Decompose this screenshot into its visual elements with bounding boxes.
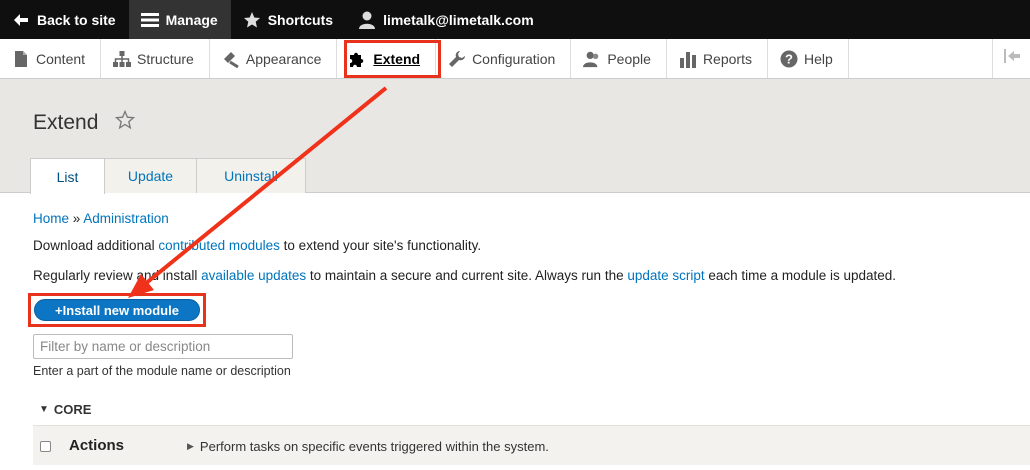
module-description: Perform tasks on specific events trigger… (199, 439, 549, 454)
tray-item-label: Structure (137, 50, 194, 67)
intro-text: Download additional (33, 238, 159, 253)
intro-text: to extend your site's functionality. (279, 238, 482, 253)
contributed-modules-link[interactable]: contributed modules (158, 238, 280, 253)
intro-text: each time a module is updated. (704, 268, 897, 283)
manage-label: Manage (165, 11, 218, 28)
tab-uninstall[interactable]: Uninstall (196, 158, 306, 193)
breadcrumb-separator: » (69, 211, 84, 226)
admin-tray: Content Structure Appearance Extend Conf… (0, 39, 1030, 79)
tray-item-label: Appearance (245, 50, 322, 67)
tray-item-label: People (607, 50, 651, 67)
shortcuts-label: Shortcuts (267, 11, 334, 28)
manage-tab[interactable]: Manage (128, 0, 231, 39)
wrench-icon (448, 50, 466, 68)
collapse-tray-button[interactable] (992, 39, 1030, 78)
module-row: Actions ▶ Perform tasks on specific even… (33, 425, 1030, 465)
install-new-module-button[interactable]: +Install new module (34, 299, 200, 321)
module-name[interactable]: Actions (69, 437, 124, 454)
user-icon (358, 11, 376, 29)
help-icon: ? (780, 50, 798, 68)
tray-item-extend[interactable]: Extend (337, 39, 437, 78)
tray-item-people[interactable]: People (571, 39, 667, 78)
shortcut-star-icon[interactable] (114, 109, 136, 135)
user-label: limetalk@limetalk.com (383, 11, 534, 28)
breadcrumb-home[interactable]: Home (33, 211, 69, 226)
intro-download-text: Download additional contributed modules … (33, 238, 481, 253)
tray-item-appearance[interactable]: Appearance (210, 39, 338, 78)
back-to-site-link[interactable]: Back to site (0, 0, 129, 39)
tab-update[interactable]: Update (104, 158, 197, 193)
module-filter-input[interactable] (33, 334, 293, 359)
page-header: Extend List Update Uninstall (0, 79, 1030, 194)
bar-chart-icon (679, 50, 697, 68)
update-script-link[interactable]: update script (627, 268, 704, 283)
tray-item-label: Content (36, 50, 86, 67)
page-title: Extend (33, 111, 99, 134)
intro-text: Regularly review and install (33, 268, 202, 283)
tray-item-label: Help (803, 50, 833, 67)
document-icon (12, 50, 30, 68)
admin-toolbar: Back to site Manage Shortcuts limetalk@l… (0, 0, 1030, 39)
triangle-down-icon: ▼ (39, 404, 49, 415)
tray-item-label: Reports (702, 50, 752, 67)
svg-text:?: ? (785, 51, 793, 66)
breadcrumb: Home » Administration (33, 211, 169, 226)
available-updates-link[interactable]: available updates (201, 268, 306, 283)
sitemap-icon (113, 50, 132, 68)
tray-item-content[interactable]: Content (0, 39, 102, 78)
core-label: CORE (53, 402, 92, 417)
primary-tabs: List Update Uninstall (30, 158, 306, 194)
tray-item-help[interactable]: ? Help (768, 39, 849, 78)
intro-text: to maintain a secure and current site. A… (306, 268, 628, 283)
shortcuts-tab[interactable]: Shortcuts (231, 0, 346, 39)
arrow-left-icon (12, 11, 30, 29)
back-to-site-label: Back to site (37, 11, 116, 28)
star-icon (243, 11, 261, 29)
breadcrumb-administration[interactable]: Administration (83, 211, 169, 226)
tray-item-structure[interactable]: Structure (101, 39, 210, 78)
puzzle-icon (349, 50, 367, 68)
brush-icon (222, 50, 240, 68)
core-package-toggle[interactable]: ▼ CORE (39, 402, 91, 417)
module-description-toggle[interactable]: ▶ Perform tasks on specific events trigg… (187, 439, 549, 454)
triangle-right-icon: ▶ (187, 441, 194, 451)
hamburger-icon (140, 11, 159, 29)
tray-item-reports[interactable]: Reports (667, 39, 768, 78)
collapse-icon (1003, 49, 1020, 68)
module-checkbox[interactable] (40, 441, 51, 452)
tray-item-label: Configuration (472, 50, 556, 67)
filter-description: Enter a part of the module name or descr… (33, 364, 291, 378)
tab-list[interactable]: List (30, 158, 105, 194)
tray-item-configuration[interactable]: Configuration (436, 39, 572, 78)
user-tab[interactable]: limetalk@limetalk.com (346, 0, 547, 39)
tray-item-label: Extend (373, 50, 421, 67)
intro-updates-text: Regularly review and install available u… (33, 268, 896, 283)
people-icon (583, 50, 601, 68)
